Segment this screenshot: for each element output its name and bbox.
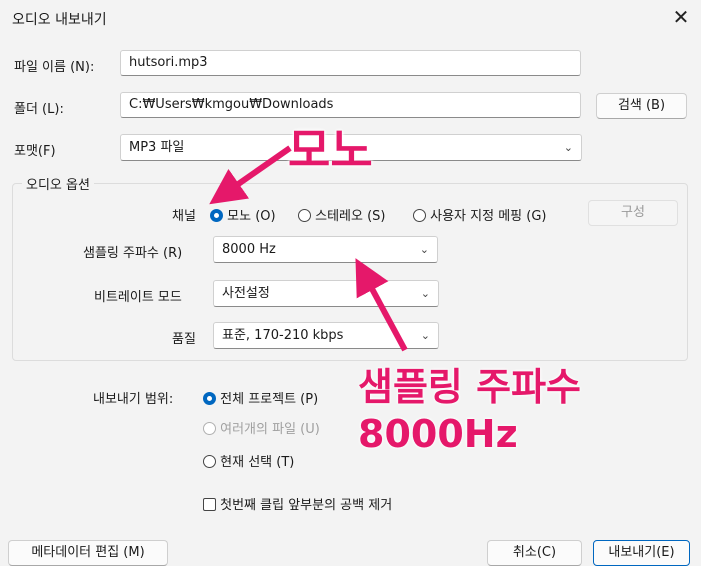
annotation-sample-rate-value: 8000Hz [358, 412, 518, 456]
radio-icon [203, 455, 216, 468]
chevron-down-icon: ⌄ [563, 141, 573, 154]
export-range-label: 내보내기 범위: [93, 392, 174, 407]
export-button[interactable]: 내보내기(E) [593, 540, 690, 566]
sample-rate-label: 샘플링 주파수 (R) [83, 246, 183, 261]
cancel-button[interactable]: 취소(C) [487, 540, 582, 566]
range-current-selection-radio[interactable]: 현재 선택 (T) [203, 451, 294, 470]
bitrate-mode-select[interactable]: 사전설정 ⌄ [213, 280, 439, 307]
quality-select[interactable]: 표준, 170-210 kbps ⌄ [213, 322, 439, 349]
audio-options-title: 오디오 옵션 [22, 174, 94, 193]
channel-stereo-label: 스테레오 (S) [315, 209, 386, 224]
range-current-selection-label: 현재 선택 (T) [220, 455, 295, 470]
quality-label: 품질 [172, 332, 196, 347]
chevron-down-icon: ⌄ [420, 287, 430, 300]
radio-icon [203, 422, 216, 435]
radio-icon [413, 209, 426, 222]
sample-rate-value: 8000 Hz [222, 242, 276, 257]
format-value: MP3 파일 [129, 140, 185, 155]
radio-icon [203, 392, 216, 405]
annotation-mono: 모노 [288, 123, 373, 177]
quality-value: 표준, 170-210 kbps [222, 328, 344, 343]
channel-custom-radio[interactable]: 사용자 지정 메핑 (G) [413, 205, 546, 224]
range-multiple-files-label: 여러개의 파일 (U) [220, 422, 320, 437]
file-name-label: 파일 이름 (N): [14, 60, 95, 75]
channel-mono-radio[interactable]: 모노 (O) [210, 205, 276, 224]
browse-button[interactable]: 검색 (B) [596, 93, 687, 119]
chevron-down-icon: ⌄ [419, 243, 429, 256]
channel-custom-label: 사용자 지정 메핑 (G) [430, 209, 547, 224]
checkbox-icon [203, 498, 216, 511]
annotation-sample-rate: 샘플링 주파수 [358, 365, 581, 409]
configure-button[interactable]: 구성 [588, 200, 678, 226]
trim-silence-label: 첫번째 클립 앞부분의 공백 제거 [220, 498, 393, 513]
range-whole-project-radio[interactable]: 전체 프로젝트 (P) [203, 388, 318, 407]
sample-rate-select[interactable]: 8000 Hz ⌄ [213, 236, 438, 263]
channel-stereo-radio[interactable]: 스테레오 (S) [298, 205, 386, 224]
channel-mono-label: 모노 (O) [227, 209, 276, 224]
format-label: 포맷(F) [14, 144, 56, 159]
trim-silence-checkbox[interactable]: 첫번째 클립 앞부분의 공백 제거 [203, 494, 392, 513]
file-name-input[interactable]: hutsori.mp3 [120, 50, 581, 76]
range-multiple-files-radio[interactable]: 여러개의 파일 (U) [203, 418, 320, 437]
bitrate-mode-value: 사전설정 [222, 286, 270, 301]
radio-icon [210, 209, 223, 222]
edit-metadata-button[interactable]: 메타데이터 편집 (M) [8, 540, 168, 566]
window-title: 오디오 내보내기 [12, 12, 107, 28]
range-whole-project-label: 전체 프로젝트 (P) [220, 392, 319, 407]
close-icon[interactable]: ✕ [670, 6, 692, 28]
bitrate-mode-label: 비트레이트 모드 [94, 290, 182, 305]
radio-icon [298, 209, 311, 222]
channel-label: 채널 [172, 209, 196, 224]
chevron-down-icon: ⌄ [420, 329, 430, 342]
folder-label: 폴더 (L): [14, 102, 64, 117]
